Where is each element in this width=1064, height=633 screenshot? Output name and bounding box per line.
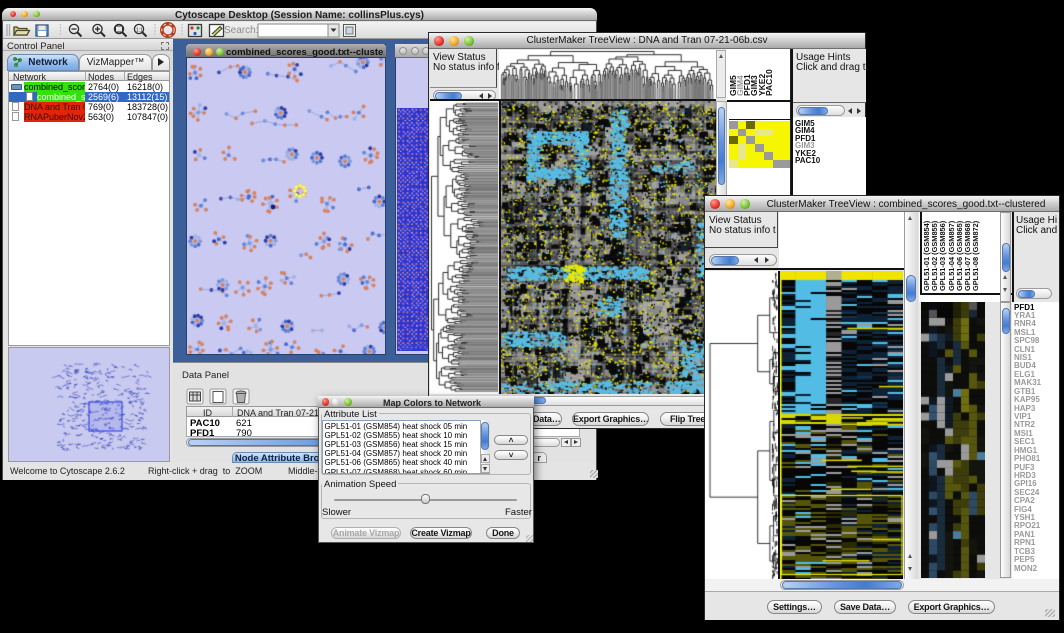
svg-text:1:1: 1:1 [136,28,143,34]
svg-text:Search:: Search: [224,25,258,36]
